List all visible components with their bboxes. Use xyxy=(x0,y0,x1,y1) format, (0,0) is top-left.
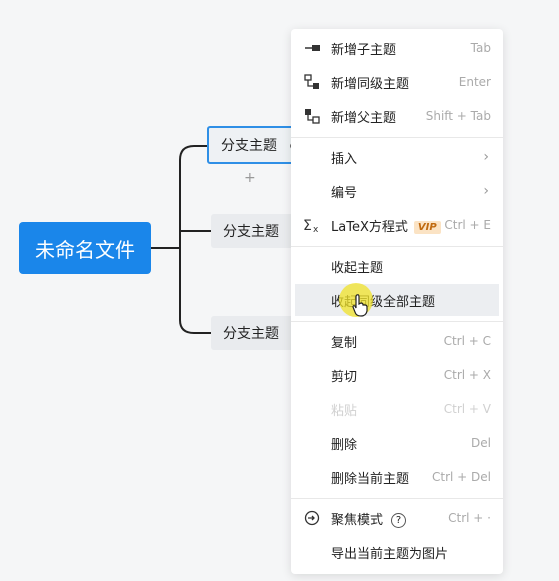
menu-delete[interactable]: 删除 Del xyxy=(291,427,503,459)
svg-text:x: x xyxy=(313,225,319,234)
menu-label: 聚焦模式 xyxy=(331,512,384,528)
menu-label: 编号 xyxy=(331,185,358,201)
menu-label: 粘贴 xyxy=(331,403,358,419)
add-child-icon xyxy=(305,45,320,51)
menu-label: 插入 xyxy=(331,151,358,167)
menu-shortcut: Ctrl + · xyxy=(448,511,491,525)
menu-copy[interactable]: 复制 Ctrl + C xyxy=(291,325,503,357)
branch-topic-2[interactable]: 分支主题 xyxy=(211,214,297,248)
menu-label: 收起主题 xyxy=(331,260,384,276)
menu-label: 导出当前主题为图片 xyxy=(331,546,449,562)
branch-topic-3[interactable]: 分支主题 xyxy=(211,316,297,350)
add-sibling-icon xyxy=(304,74,319,89)
menu-shortcut: Ctrl + V xyxy=(443,402,491,416)
menu-label: 复制 xyxy=(331,335,358,351)
menu-add-sibling[interactable]: 新增同级主题 Enter xyxy=(291,66,503,98)
menu-label: 新增同级主题 xyxy=(331,76,410,92)
menu-cut[interactable]: 剪切 Ctrl + X xyxy=(291,359,503,391)
menu-focus-mode[interactable]: 聚焦模式? Ctrl + · xyxy=(291,502,503,534)
menu-label: 新增子主题 xyxy=(331,42,397,58)
hand-cursor-icon xyxy=(352,294,368,317)
menu-shortcut: Enter xyxy=(458,75,491,89)
menu-divider xyxy=(291,498,503,499)
menu-shortcut: Tab xyxy=(470,41,491,55)
menu-numbering[interactable]: 编号 › xyxy=(291,175,503,207)
menu-shortcut: Shift + Tab xyxy=(425,109,491,123)
menu-label: LaTeX方程式 xyxy=(331,219,408,235)
help-icon[interactable]: ? xyxy=(391,512,407,528)
chevron-right-icon: › xyxy=(483,183,489,199)
menu-add-child[interactable]: 新增子主题 Tab xyxy=(291,32,503,64)
svg-text:Σ: Σ xyxy=(303,218,312,234)
menu-collapse-topic[interactable]: 收起主题 xyxy=(291,250,503,282)
menu-latex[interactable]: Σ x LaTeX方程式 VIP Ctrl + E xyxy=(291,209,503,241)
menu-insert[interactable]: 插入 › xyxy=(291,141,503,173)
menu-shortcut: Ctrl + E xyxy=(444,218,491,232)
root-topic[interactable]: 未命名文件 xyxy=(19,222,151,274)
context-menu: 新增子主题 Tab 新增同级主题 Enter 新增父主题 Shift + Tab… xyxy=(291,29,503,574)
menu-add-parent[interactable]: 新增父主题 Shift + Tab xyxy=(291,100,503,132)
menu-label: 新增父主题 xyxy=(331,110,397,126)
menu-shortcut: Del xyxy=(471,436,491,450)
sigma-icon: Σ x xyxy=(303,218,319,234)
menu-label: 删除当前主题 xyxy=(331,471,410,487)
chevron-right-icon: › xyxy=(483,149,489,165)
focus-icon xyxy=(304,510,320,526)
menu-divider xyxy=(291,246,503,247)
menu-collapse-siblings[interactable]: 收起同级全部主题 xyxy=(295,284,499,316)
menu-shortcut: Ctrl + C xyxy=(443,334,491,348)
branch-topic-1[interactable]: 分支主题 xyxy=(207,126,297,164)
menu-shortcut: Ctrl + X xyxy=(443,368,491,382)
menu-label: 删除 xyxy=(331,437,358,453)
menu-export-image[interactable]: 导出当前主题为图片 xyxy=(291,536,503,568)
menu-label: 剪切 xyxy=(331,369,358,385)
menu-divider xyxy=(291,321,503,322)
menu-shortcut: Ctrl + Del xyxy=(432,470,491,484)
menu-divider xyxy=(291,137,503,138)
menu-delete-current[interactable]: 删除当前主题 Ctrl + Del xyxy=(291,461,503,493)
menu-paste: 粘贴 Ctrl + V xyxy=(291,393,503,425)
vip-badge: VIP xyxy=(413,220,441,234)
add-parent-icon xyxy=(305,109,320,124)
add-topic-plus[interactable]: + xyxy=(244,170,256,186)
